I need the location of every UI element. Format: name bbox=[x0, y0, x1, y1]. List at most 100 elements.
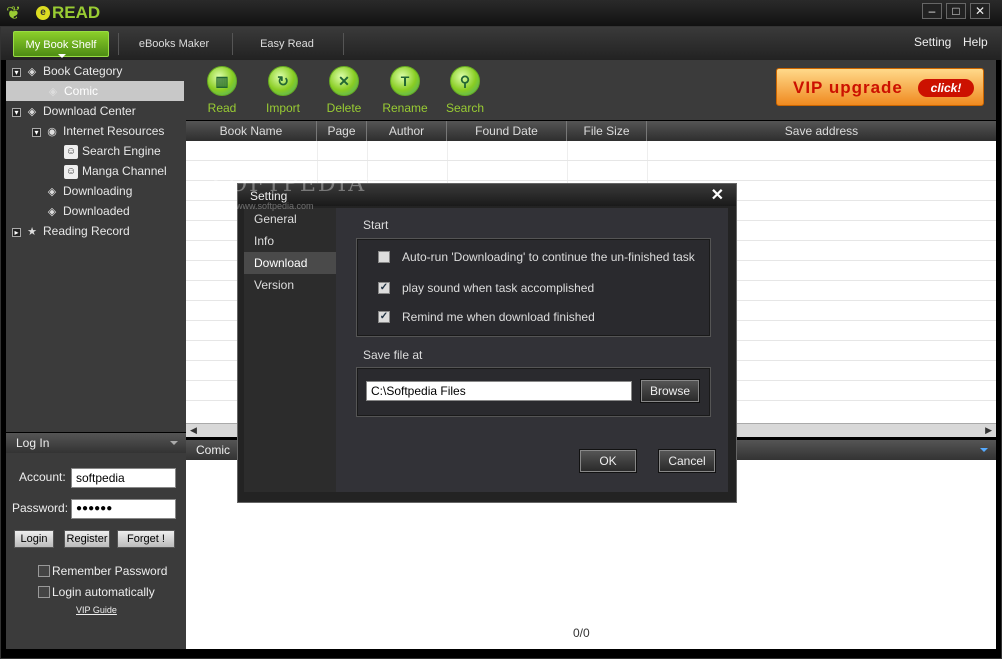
tab-divider bbox=[232, 33, 233, 55]
tree-item-manga-channel[interactable]: ☺ Manga Channel bbox=[64, 161, 167, 181]
tree-item-internet-resources[interactable]: ▾ ◉ Internet Resources bbox=[32, 121, 164, 141]
col-book-name[interactable]: Book Name bbox=[186, 121, 317, 141]
nav-info[interactable]: Info bbox=[244, 230, 336, 252]
chevron-down-icon bbox=[170, 441, 178, 445]
tree-label: Reading Record bbox=[43, 224, 130, 238]
tree-item-downloading[interactable]: ◈ Downloading bbox=[45, 181, 133, 201]
tree-item-search-engine[interactable]: ☺ Search Engine bbox=[64, 141, 161, 161]
scroll-left-icon[interactable]: ◀ bbox=[190, 425, 197, 436]
tab-my-book-shelf[interactable]: My Book Shelf bbox=[13, 31, 109, 58]
tree-label: Book Category bbox=[43, 64, 123, 78]
category-tree: ▾ ◈ Book Category ◈ Comic ▾ ◈ Download Center… bbox=[6, 60, 186, 432]
delete-label: Delete bbox=[326, 101, 362, 115]
start-options-group: Auto-run 'Downloading' to continue the u… bbox=[356, 238, 711, 337]
ok-button[interactable]: OK bbox=[580, 450, 636, 472]
play-sound-label: play sound when task accomplished bbox=[402, 281, 595, 295]
rename-button[interactable]: T Rename bbox=[375, 66, 435, 115]
col-found-date[interactable]: Found Date bbox=[447, 121, 567, 141]
col-author[interactable]: Author bbox=[367, 121, 447, 141]
remember-password-checkbox[interactable] bbox=[38, 565, 50, 577]
chevron-down-icon bbox=[980, 448, 988, 452]
vip-click-badge: click! bbox=[918, 79, 974, 97]
app-logo: ❦ e READ bbox=[6, 2, 106, 24]
collapse-icon[interactable]: ▾ bbox=[12, 68, 21, 77]
save-section-label: Save file at bbox=[363, 348, 423, 362]
dialog-nav: General Info Download Version bbox=[244, 208, 336, 492]
start-section-label: Start bbox=[363, 218, 389, 232]
cancel-button[interactable]: Cancel bbox=[659, 450, 715, 472]
read-button[interactable]: ▥ Read bbox=[192, 66, 252, 115]
help-link[interactable]: Help bbox=[963, 35, 988, 49]
tree-label: Internet Resources bbox=[63, 124, 165, 138]
book-icon: ▥ bbox=[207, 66, 237, 96]
remind-checkbox[interactable]: ✓ bbox=[378, 311, 390, 323]
dialog-content: Start Auto-run 'Downloading' to continue… bbox=[336, 208, 728, 492]
auto-login-label: Login automatically bbox=[52, 585, 155, 599]
collapse-icon[interactable]: ▾ bbox=[12, 108, 21, 117]
import-label: Import bbox=[265, 101, 300, 115]
auto-login-checkbox[interactable] bbox=[38, 586, 50, 598]
title-bar: ❦ e READ – □ ✕ bbox=[0, 0, 1002, 26]
grid-line bbox=[186, 160, 996, 161]
nav-version[interactable]: Version bbox=[244, 274, 336, 296]
tree-label: Downloading bbox=[63, 184, 133, 198]
nav-download[interactable]: Download bbox=[244, 252, 336, 274]
tab-label: My Book Shelf bbox=[25, 39, 97, 51]
tree-label: Download Center bbox=[43, 104, 136, 118]
import-button[interactable]: ↻ Import bbox=[253, 66, 313, 115]
tree-item-comic[interactable]: ◈ Comic bbox=[6, 81, 184, 101]
caret-down-icon bbox=[58, 54, 66, 58]
register-button[interactable]: Register bbox=[64, 530, 110, 548]
save-path-input[interactable]: C:\Softpedia Files bbox=[366, 381, 632, 401]
maximize-button[interactable]: □ bbox=[946, 3, 966, 19]
vip-text: VIP upgrade bbox=[793, 78, 903, 97]
close-window-button[interactable]: ✕ bbox=[970, 3, 990, 19]
tree-item-reading-record[interactable]: ▸ ★ Reading Record bbox=[12, 221, 130, 241]
login-button[interactable]: Login bbox=[14, 530, 54, 548]
tab-ebooks-maker[interactable]: eBooks Maker bbox=[125, 31, 223, 57]
tab-easy-read[interactable]: Easy Read bbox=[240, 31, 334, 57]
page-counter: 0/0 bbox=[573, 626, 590, 640]
auto-run-checkbox[interactable] bbox=[378, 251, 390, 263]
tree-item-download-center[interactable]: ▾ ◈ Download Center bbox=[12, 101, 136, 121]
account-label: Account: bbox=[19, 470, 66, 484]
login-panel: Account: softpedia Password: ●●●●●● Logi… bbox=[6, 453, 186, 649]
col-page[interactable]: Page bbox=[317, 121, 367, 141]
search-button[interactable]: ⚲ Search bbox=[435, 66, 495, 115]
password-label: Password: bbox=[12, 501, 69, 515]
collapse-icon[interactable]: ▾ bbox=[32, 128, 41, 137]
import-icon: ↻ bbox=[268, 66, 298, 96]
browse-button[interactable]: Browse bbox=[641, 380, 699, 402]
play-sound-checkbox[interactable]: ✓ bbox=[378, 282, 390, 294]
tab-divider bbox=[118, 33, 119, 55]
watermark-text: SOFTPEDIA bbox=[212, 172, 367, 197]
vip-upgrade-banner[interactable]: VIP upgrade click! bbox=[776, 68, 984, 106]
password-input[interactable]: ●●●●●● bbox=[71, 499, 176, 519]
diamond-icon: ◈ bbox=[47, 205, 57, 218]
expand-icon[interactable]: ▸ bbox=[12, 228, 21, 237]
scroll-right-icon[interactable]: ▶ bbox=[985, 425, 992, 436]
setting-link[interactable]: Setting bbox=[914, 35, 951, 49]
logo-text: READ bbox=[52, 3, 101, 22]
tree-label: Manga Channel bbox=[82, 164, 167, 178]
person-icon: ☺ bbox=[64, 144, 78, 159]
tree-item-book-category[interactable]: ▾ ◈ Book Category bbox=[12, 61, 122, 81]
minimize-button[interactable]: – bbox=[922, 3, 942, 19]
nav-general[interactable]: General bbox=[244, 208, 336, 230]
save-path-group: C:\Softpedia Files Browse bbox=[356, 367, 711, 417]
login-header[interactable]: Log In bbox=[6, 433, 186, 453]
diamond-icon: ◈ bbox=[48, 85, 58, 98]
watermark: SOFTPEDIA® bbox=[212, 172, 377, 197]
col-file-size[interactable]: File Size bbox=[567, 121, 647, 141]
account-input[interactable]: softpedia bbox=[71, 468, 176, 488]
delete-button[interactable]: ✕ Delete bbox=[314, 66, 374, 115]
search-icon: ⚲ bbox=[450, 66, 480, 96]
tree-label: Comic bbox=[64, 84, 99, 98]
tree-item-downloaded[interactable]: ◈ Downloaded bbox=[45, 201, 130, 221]
vip-guide-link[interactable]: VIP Guide bbox=[76, 605, 117, 615]
search-label: Search bbox=[445, 101, 485, 115]
watermark-mark: ® bbox=[366, 175, 378, 186]
forget-button[interactable]: Forget ! bbox=[117, 530, 175, 548]
col-save-address[interactable]: Save address bbox=[647, 121, 996, 141]
close-icon[interactable]: ✕ bbox=[711, 185, 724, 205]
